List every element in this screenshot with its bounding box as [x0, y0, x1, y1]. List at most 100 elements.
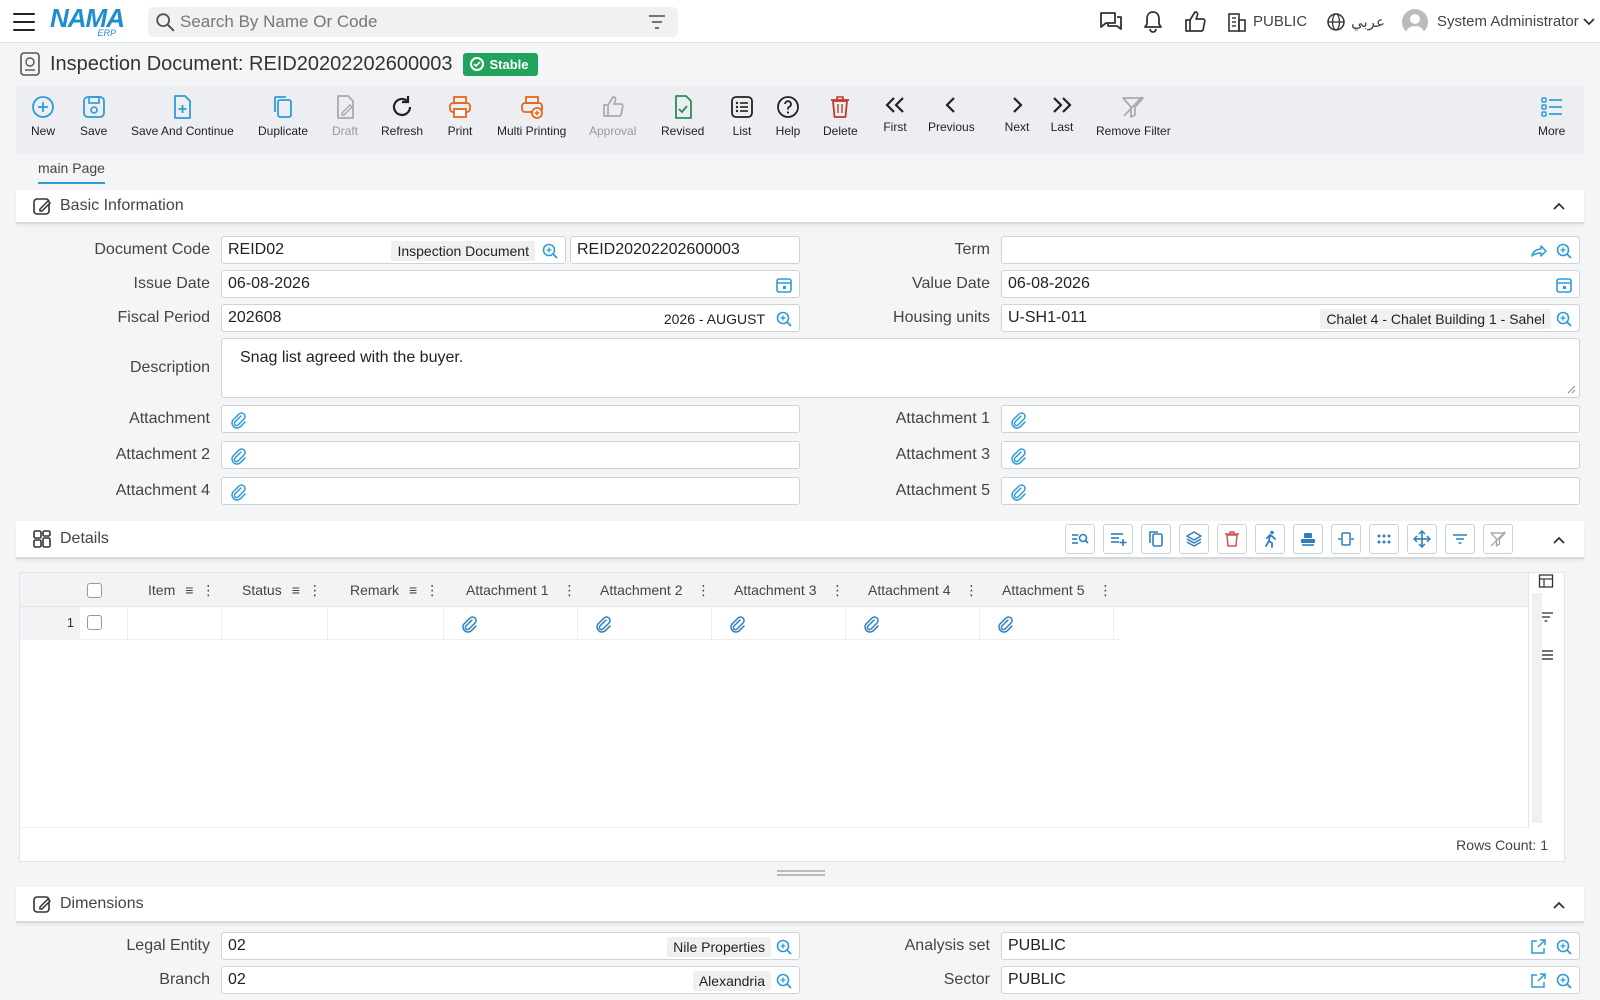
column-menu-icon[interactable]: ⋮: [1099, 582, 1113, 599]
user-menu[interactable]: System Administrator: [1402, 0, 1596, 43]
paperclip-icon[interactable]: [1009, 447, 1027, 465]
column-status[interactable]: Status ≡ ⋮: [242, 573, 322, 607]
column-menu-icon[interactable]: ⋮: [308, 582, 322, 599]
grid-copy-button[interactable]: [1141, 524, 1171, 554]
favorites-button[interactable]: [1182, 0, 1208, 43]
column-attachment-3[interactable]: Attachment 3 ⋮: [734, 573, 845, 607]
search-lookup-icon[interactable]: [1555, 938, 1573, 956]
grid-layers-button[interactable]: [1179, 524, 1209, 554]
search-lookup-icon[interactable]: [1555, 972, 1573, 990]
attachment-2-field[interactable]: [221, 441, 800, 469]
tab-main-page[interactable]: main Page: [38, 160, 105, 184]
housing-units-field[interactable]: U-SH1-011 Chalet 4 - Chalet Building 1 -…: [1001, 304, 1580, 332]
language-selector[interactable]: عربي: [1326, 0, 1385, 43]
attachment-1-cell[interactable]: [444, 607, 578, 640]
column-filter-icon[interactable]: ≡: [292, 582, 300, 598]
attachment-4-field[interactable]: [221, 477, 800, 505]
column-menu-icon[interactable]: ⋮: [425, 582, 439, 599]
paperclip-icon[interactable]: [728, 615, 746, 633]
delete-button[interactable]: Delete: [823, 94, 858, 138]
paperclip-icon[interactable]: [229, 447, 247, 465]
item-cell[interactable]: [128, 607, 222, 640]
search-lookup-icon[interactable]: [775, 938, 793, 956]
search-lookup-icon[interactable]: [1555, 310, 1573, 328]
paperclip-icon[interactable]: [229, 483, 247, 501]
attachment-3-field[interactable]: [1001, 441, 1580, 469]
grid-search-button[interactable]: [1065, 524, 1095, 554]
column-attachment-1[interactable]: Attachment 1 ⋮: [466, 573, 577, 607]
chat-button[interactable]: [1098, 0, 1124, 43]
grid-move-button[interactable]: [1407, 524, 1437, 554]
chevron-up-icon[interactable]: [1552, 199, 1566, 213]
dimensions-header[interactable]: Dimensions: [16, 887, 1584, 923]
attachment-2-cell[interactable]: [578, 607, 712, 640]
new-button[interactable]: New: [30, 94, 56, 138]
analysis-set-field[interactable]: PUBLIC: [1001, 932, 1580, 960]
company-selector[interactable]: PUBLIC: [1226, 0, 1307, 43]
menu-icon[interactable]: [12, 11, 36, 33]
attachment-5-cell[interactable]: [980, 607, 1114, 640]
calendar-icon[interactable]: [1555, 276, 1573, 294]
save-and-continue-button[interactable]: Save And Continue: [131, 94, 234, 138]
fiscal-period-field[interactable]: 202608 2026 - AUGUST: [221, 304, 800, 332]
grid-fit-button[interactable]: [1331, 524, 1361, 554]
column-remark[interactable]: Remark ≡ ⋮: [350, 573, 439, 607]
document-code-field[interactable]: REID02 Inspection Document: [221, 236, 566, 264]
search-input[interactable]: [180, 12, 640, 32]
branch-field[interactable]: 02 Alexandria: [221, 966, 800, 994]
search-lookup-icon[interactable]: [775, 310, 793, 328]
column-filter-icon[interactable]: ≡: [409, 582, 417, 598]
search-lookup-icon[interactable]: [1555, 242, 1573, 260]
resize-grip-icon[interactable]: [1566, 384, 1576, 394]
vertical-scrollbar[interactable]: [1532, 593, 1542, 823]
attachment-3-cell[interactable]: [712, 607, 846, 640]
attachment-1-field[interactable]: [1001, 405, 1580, 433]
calendar-icon[interactable]: [775, 276, 793, 294]
duplicate-button[interactable]: Duplicate: [258, 94, 308, 138]
approval-button[interactable]: Approval: [589, 94, 636, 138]
search-lookup-icon[interactable]: [541, 242, 559, 260]
external-link-icon[interactable]: [1529, 938, 1547, 956]
attachment-5-field[interactable]: [1001, 477, 1580, 505]
nama-erp-logo[interactable]: NAMA ERP: [50, 4, 132, 38]
first-button[interactable]: First: [882, 94, 908, 134]
details-header[interactable]: Details: [16, 521, 1584, 559]
remove-filter-button[interactable]: Remove Filter: [1096, 94, 1171, 138]
issue-date-field[interactable]: 06-08-2026: [221, 270, 800, 298]
filter-icon[interactable]: [648, 14, 666, 30]
table-row[interactable]: 1: [20, 607, 1120, 640]
column-menu-icon[interactable]: ⋮: [965, 582, 979, 599]
column-menu-icon[interactable]: ⋮: [563, 582, 577, 599]
columns-icon[interactable]: [1538, 573, 1554, 589]
column-attachment-4[interactable]: Attachment 4 ⋮: [868, 573, 979, 607]
column-attachment-2[interactable]: Attachment 2 ⋮: [600, 573, 711, 607]
multi-printing-button[interactable]: Multi Printing: [497, 94, 566, 138]
column-menu-icon[interactable]: ⋮: [697, 582, 711, 599]
column-attachment-5[interactable]: Attachment 5 ⋮: [1002, 573, 1113, 607]
grid-remove-filter-button[interactable]: [1483, 524, 1513, 554]
description-textarea[interactable]: Snag list agreed with the buyer.: [221, 338, 1580, 398]
column-filter-icon[interactable]: ≡: [185, 582, 193, 598]
list-button[interactable]: List: [729, 94, 755, 138]
notifications-button[interactable]: [1140, 0, 1166, 43]
paperclip-icon[interactable]: [1009, 483, 1027, 501]
row-checkbox-cell[interactable]: [80, 607, 128, 640]
column-menu-icon[interactable]: ⋮: [201, 582, 215, 599]
paperclip-icon[interactable]: [862, 615, 880, 633]
refresh-button[interactable]: Refresh: [381, 94, 423, 138]
attachment-field[interactable]: [221, 405, 800, 433]
grid-resize-handle[interactable]: [777, 870, 825, 876]
legal-entity-field[interactable]: 02 Nile Properties: [221, 932, 800, 960]
select-all-checkbox[interactable]: [87, 573, 102, 607]
remark-cell[interactable]: [328, 607, 444, 640]
status-cell[interactable]: [222, 607, 328, 640]
column-item[interactable]: Item ≡ ⋮: [148, 573, 215, 607]
grid-run-button[interactable]: [1255, 524, 1285, 554]
basic-information-header[interactable]: Basic Information: [16, 190, 1584, 224]
more-button[interactable]: More: [1538, 94, 1565, 138]
grid-add-row-button[interactable]: [1103, 524, 1133, 554]
paperclip-icon[interactable]: [594, 615, 612, 633]
last-button[interactable]: Last: [1049, 94, 1075, 134]
grid-dots-button[interactable]: [1369, 524, 1399, 554]
help-button[interactable]: Help: [775, 94, 801, 138]
